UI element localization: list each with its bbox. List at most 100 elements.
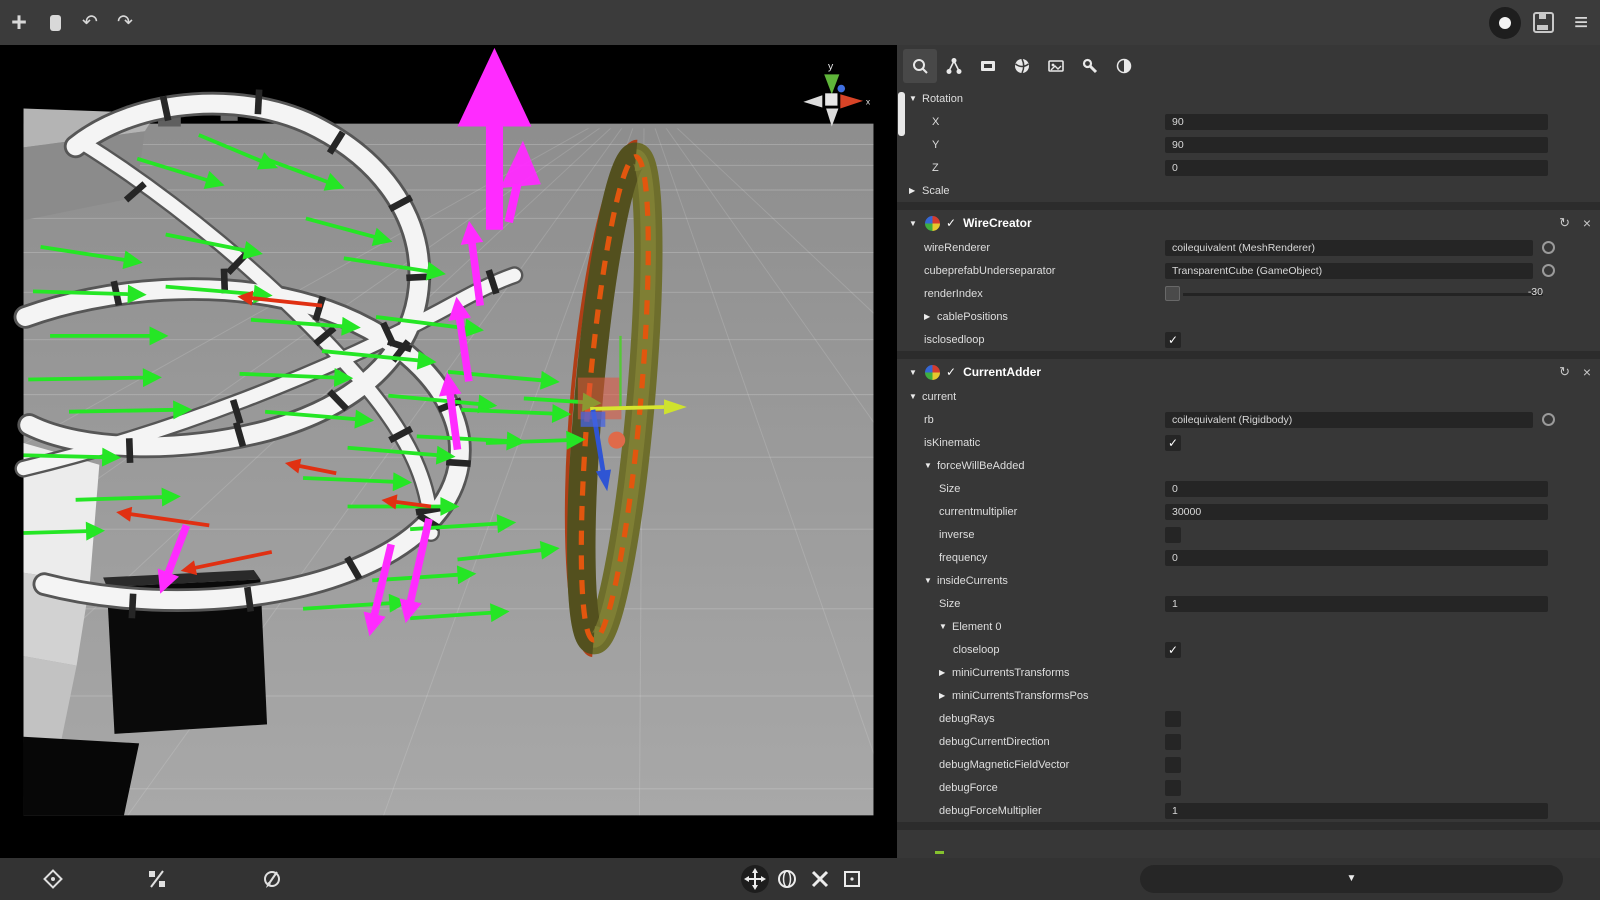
row-rotation-z: Z 0: [897, 156, 1600, 179]
foldout-arrow[interactable]: ▶: [939, 668, 952, 677]
row-fwa-size: Size 0: [897, 477, 1600, 500]
rotation-x-input[interactable]: 90: [1165, 114, 1548, 130]
scene-dropdown[interactable]: ▼: [1140, 865, 1563, 893]
remove-component-icon[interactable]: ×: [1583, 364, 1591, 380]
tab-contrast[interactable]: [1107, 49, 1141, 83]
gizmo-center-dot[interactable]: [608, 432, 625, 449]
rotation-label: Rotation: [922, 93, 963, 105]
foldout-arrow[interactable]: ▼: [909, 94, 922, 103]
enabled-checkbox[interactable]: ✓: [946, 365, 956, 379]
row-cubeprefab: cubeprefabUnderseparator TransparentCube…: [897, 259, 1600, 282]
tab-magnifier[interactable]: [903, 49, 937, 83]
rotate-tool-button[interactable]: [773, 865, 801, 893]
currentmultiplier-input[interactable]: 30000: [1165, 504, 1548, 520]
inverse-checkbox[interactable]: [1165, 527, 1181, 543]
axis-center-cube[interactable]: [825, 93, 837, 105]
object-picker-icon[interactable]: [1542, 241, 1555, 254]
debugrays-checkbox[interactable]: [1165, 711, 1181, 727]
foldout-arrow[interactable]: ▼: [909, 368, 922, 377]
foldout-arrow[interactable]: ▶: [909, 186, 922, 195]
foldout-arrow[interactable]: ▼: [909, 219, 922, 228]
row-insidecurrents: ▼ insideCurrents: [897, 569, 1600, 592]
app-window: + ↶ ↷ ≡: [0, 0, 1600, 900]
enabled-checkbox[interactable]: ✓: [946, 216, 956, 230]
component-header-currentadder: ▼ ✓ CurrentAdder ↻ ×: [897, 359, 1600, 385]
foldout-arrow[interactable]: ▼: [939, 622, 952, 631]
object-picker-icon[interactable]: [1542, 413, 1555, 426]
plus-icon[interactable]: +: [2, 0, 36, 45]
row-closeloop: closeloop ✓: [897, 638, 1600, 661]
image-icon: [1047, 57, 1065, 75]
foldout-arrow[interactable]: ▶: [939, 691, 952, 700]
ic-size-input[interactable]: 1: [1165, 596, 1548, 612]
row-ic-size: Size 1: [897, 592, 1600, 615]
object-picker-icon[interactable]: [1542, 264, 1555, 277]
debugforcemultiplier-input[interactable]: 1: [1165, 803, 1548, 819]
component-name: CurrentAdder: [963, 365, 1041, 379]
foldout-arrow[interactable]: ▼: [924, 576, 937, 585]
snap-icon[interactable]: [143, 865, 171, 893]
menu-glyph: ≡: [1574, 9, 1588, 37]
inspector-scrollbar[interactable]: [898, 92, 905, 136]
menu-icon[interactable]: ≡: [1564, 0, 1598, 45]
isclosedloop-checkbox[interactable]: ✓: [1165, 332, 1181, 348]
wirerenderer-object-field[interactable]: coilequivalent (MeshRenderer): [1165, 240, 1533, 256]
scale-tool-button[interactable]: [806, 865, 834, 893]
row-rotation: ▼ Rotation: [897, 87, 1600, 110]
reset-component-icon[interactable]: ↻: [1559, 215, 1570, 231]
inspector-rows: ▼ Rotation X 90 Y 90 Z 0 ▶ Scale ▼: [897, 87, 1600, 830]
row-inverse: inverse: [897, 523, 1600, 546]
axis-z-dot[interactable]: [837, 85, 845, 93]
redo-icon[interactable]: ↷: [108, 0, 142, 45]
rotation-z-input[interactable]: 0: [1165, 160, 1548, 176]
tab-image[interactable]: [1039, 49, 1073, 83]
tab-hierarchy[interactable]: [937, 49, 971, 83]
foldout-arrow[interactable]: ▼: [924, 461, 937, 470]
undo-icon[interactable]: ↶: [73, 0, 107, 45]
component-name: WireCreator: [963, 216, 1032, 230]
magnifier-icon: [911, 57, 929, 75]
iskinematic-checkbox[interactable]: ✓: [1165, 435, 1181, 451]
rb-object-field[interactable]: coilequivalent (Rigidbody): [1165, 412, 1533, 428]
debugmagneticfieldvector-checkbox[interactable]: [1165, 757, 1181, 773]
frequency-input[interactable]: 0: [1165, 550, 1548, 566]
cubeprefab-object-field[interactable]: TransparentCube (GameObject): [1165, 263, 1533, 279]
pause-glyph: [50, 15, 61, 31]
remove-component-icon[interactable]: ×: [1583, 215, 1591, 231]
inspector-tab-bar: [897, 45, 1600, 87]
debugcurrentdirection-checkbox[interactable]: [1165, 734, 1181, 750]
rotation-y-input[interactable]: 90: [1165, 137, 1548, 153]
scale-label: Scale: [922, 185, 950, 197]
scale-tool-icon: [809, 868, 831, 890]
row-scale: ▶ Scale: [897, 179, 1600, 202]
closeloop-checkbox[interactable]: ✓: [1165, 642, 1181, 658]
rect-tool-button[interactable]: [838, 865, 866, 893]
fwa-size-input[interactable]: 0: [1165, 481, 1548, 497]
row-debugforcemultiplier: debugForceMultiplier 1: [897, 799, 1600, 822]
renderindex-slider-handle[interactable]: [1165, 286, 1180, 301]
foldout-arrow[interactable]: ▼: [909, 392, 922, 401]
pause-icon[interactable]: [38, 0, 72, 45]
section-divider: [897, 202, 1600, 210]
reset-component-icon[interactable]: ↻: [1559, 364, 1570, 380]
tab-sphere[interactable]: [1005, 49, 1039, 83]
row-debugrays: debugRays: [897, 707, 1600, 730]
tab-folder[interactable]: [971, 49, 1005, 83]
axis-x-label: x: [866, 97, 871, 107]
tab-wrench[interactable]: [1073, 49, 1107, 83]
wrench-icon: [1081, 57, 1099, 75]
scene-viewport[interactable]: y x: [0, 45, 897, 858]
orbit-icon[interactable]: [258, 865, 286, 893]
chevron-down-icon: ▼: [1347, 873, 1357, 884]
sphere-icon: [1013, 57, 1031, 75]
hierarchy-icon: [945, 57, 963, 75]
axis-y-label: y: [828, 62, 834, 73]
save-icon[interactable]: [1526, 0, 1560, 45]
move-tool-button[interactable]: [741, 865, 769, 893]
focus-icon[interactable]: [39, 865, 67, 893]
folder-icon: [979, 57, 997, 75]
foldout-arrow[interactable]: ▶: [924, 312, 937, 321]
debugforce-checkbox[interactable]: [1165, 780, 1181, 796]
row-wirerenderer: wireRenderer coilequivalent (MeshRendere…: [897, 236, 1600, 259]
record-icon[interactable]: [1488, 0, 1522, 45]
